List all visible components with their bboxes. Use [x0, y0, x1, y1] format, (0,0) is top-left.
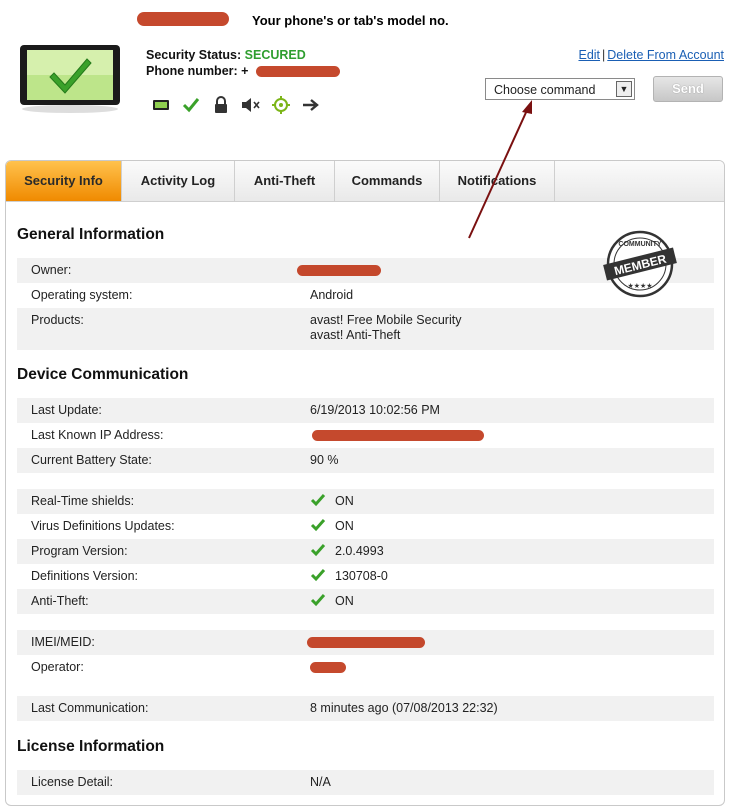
- check-icon[interactable]: [180, 95, 202, 115]
- general-information-heading: General Information: [17, 226, 165, 243]
- license-information-heading: License Information: [17, 738, 165, 755]
- redacted-owner-name-top: [137, 12, 229, 26]
- virus-definitions-updates-label: Virus Definitions Updates:: [31, 519, 175, 533]
- edit-link[interactable]: Edit: [578, 48, 600, 62]
- model-annotation-text: Your phone's or tab's model no.: [252, 13, 449, 28]
- owner-label: Owner:: [31, 263, 72, 277]
- anti-theft-row: Anti-Theft: ON: [17, 589, 714, 614]
- send-button[interactable]: Send: [653, 76, 723, 102]
- device-actions-toolbar: [150, 95, 322, 115]
- products-value-2: avast! Anti-Theft: [310, 328, 401, 342]
- phone-number: Phone number: +: [146, 64, 248, 78]
- redacted-ip-address: [312, 430, 484, 441]
- check-icon: [310, 494, 326, 507]
- last-update-label: Last Update:: [31, 403, 102, 417]
- virus-definitions-updates-value: ON: [335, 519, 354, 533]
- products-value-1: avast! Free Mobile Security: [310, 313, 462, 327]
- tab-bar: Security Info Activity Log Anti-Theft Co…: [6, 161, 724, 202]
- products-label: Products:: [31, 313, 84, 327]
- check-icon: [310, 544, 326, 557]
- definitions-version-label: Definitions Version:: [31, 569, 139, 583]
- last-communication-value: 8 minutes ago (07/08/2013 22:32): [310, 701, 498, 715]
- imei-label: IMEI/MEID:: [31, 635, 95, 649]
- tab-anti-theft[interactable]: Anti-Theft: [235, 161, 335, 201]
- device-communication-heading: Device Communication: [17, 366, 189, 383]
- phone-number-value: +: [241, 64, 249, 78]
- account-links: Edit | Delete From Account: [578, 48, 724, 62]
- security-status: Security Status: SECURED: [146, 48, 306, 62]
- redacted-owner: [297, 265, 381, 276]
- tab-commands[interactable]: Commands: [335, 161, 440, 201]
- realtime-shields-label: Real-Time shields:: [31, 494, 135, 508]
- tab-activity-log[interactable]: Activity Log: [122, 161, 235, 201]
- redacted-phone-number: [256, 66, 340, 77]
- operator-row: Operator:: [17, 655, 714, 680]
- phone-number-label: Phone number:: [146, 64, 238, 78]
- chevron-down-icon[interactable]: ▼: [616, 81, 632, 97]
- annotation-arrow: [468, 100, 532, 239]
- definitions-version-row: Definitions Version: 130708-0: [17, 564, 714, 589]
- anti-theft-value: ON: [335, 594, 354, 608]
- forward-arrow-icon[interactable]: [300, 95, 322, 115]
- tab-security-info[interactable]: Security Info: [6, 161, 122, 201]
- lock-icon[interactable]: [210, 95, 232, 115]
- check-icon: [310, 519, 326, 532]
- security-status-value: SECURED: [244, 48, 306, 62]
- link-separator: |: [602, 48, 606, 62]
- license-detail-value: N/A: [310, 775, 331, 789]
- redacted-operator: [310, 662, 346, 673]
- mute-icon[interactable]: [240, 95, 262, 115]
- license-detail-row: License Detail: N/A: [17, 770, 714, 795]
- operating-system-value: Android: [310, 288, 354, 302]
- tablet-device-image: [20, 45, 120, 113]
- program-version-label: Program Version:: [31, 544, 128, 558]
- badge-stars: ★★★★: [627, 282, 652, 290]
- realtime-shields-value: ON: [335, 494, 354, 508]
- check-icon: [310, 569, 326, 582]
- badge-top-text: COMMUNITY: [618, 241, 661, 248]
- definitions-version-value: 130708-0: [335, 569, 388, 583]
- anti-theft-label: Anti-Theft:: [31, 594, 89, 608]
- device-icon[interactable]: [150, 95, 172, 115]
- virus-definitions-updates-row: Virus Definitions Updates: ON: [17, 514, 714, 539]
- redacted-imei: [307, 637, 425, 648]
- program-version-value: 2.0.4993: [335, 544, 384, 558]
- operator-label: Operator:: [31, 660, 84, 674]
- ip-address-row: Last Known IP Address:: [17, 423, 714, 448]
- last-communication-row: Last Communication: 8 minutes ago (07/08…: [17, 696, 714, 721]
- locate-icon[interactable]: [270, 95, 292, 115]
- battery-value: 90 %: [310, 453, 339, 467]
- battery-row: Current Battery State: 90 %: [17, 448, 714, 473]
- operating-system-label: Operating system:: [31, 288, 133, 302]
- security-status-label: Security Status:: [146, 48, 242, 62]
- battery-label: Current Battery State:: [31, 453, 152, 467]
- program-version-row: Program Version: 2.0.4993: [17, 539, 714, 564]
- last-update-row: Last Update: 6/19/2013 10:02:56 PM: [17, 398, 714, 423]
- imei-row: IMEI/MEID:: [17, 630, 714, 655]
- last-update-value: 6/19/2013 10:02:56 PM: [310, 403, 440, 417]
- command-select[interactable]: Choose command ▼: [485, 78, 635, 100]
- community-member-badge: COMMUNITY MEMBER ★★★★: [603, 230, 677, 298]
- license-detail-label: License Detail:: [31, 775, 113, 789]
- realtime-shields-row: Real-Time shields: ON: [17, 489, 714, 514]
- last-communication-label: Last Communication:: [31, 701, 149, 715]
- ip-address-label: Last Known IP Address:: [31, 428, 164, 442]
- check-icon: [310, 594, 326, 607]
- command-select-value: Choose command: [494, 83, 596, 97]
- products-row: Products: avast! Free Mobile Security av…: [17, 308, 714, 350]
- delete-from-account-link[interactable]: Delete From Account: [607, 48, 724, 62]
